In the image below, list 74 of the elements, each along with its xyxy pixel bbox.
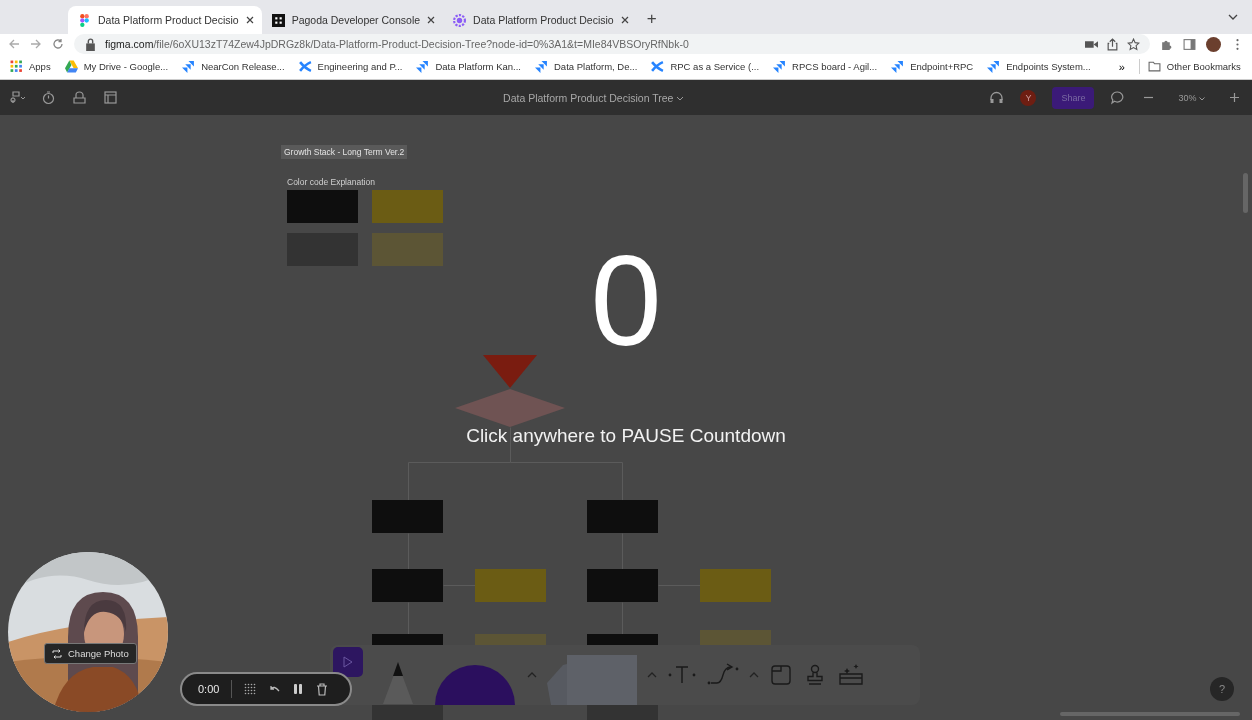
other-bookmarks-button[interactable]: Other Bookmarks bbox=[1138, 59, 1247, 74]
trash-icon[interactable] bbox=[316, 682, 329, 696]
headphones-icon[interactable] bbox=[989, 90, 1005, 105]
help-button[interactable]: ? bbox=[1210, 677, 1234, 701]
address-bar[interactable]: figma.com/file/6oXU13zT74Zew4JpDRGz8k/Data-Platform-Product-Decision-Tree?node-id=0%3A1&t=MIe84VBSOryRfNbk-0 bbox=[74, 34, 1150, 54]
chevron-down-icon[interactable] bbox=[1228, 12, 1238, 22]
more-bookmarks-button[interactable]: » bbox=[1118, 60, 1125, 73]
close-icon[interactable] bbox=[427, 16, 436, 24]
pause-icon[interactable] bbox=[292, 683, 305, 695]
browser-tab[interactable]: Data Platform Product Decisio bbox=[443, 6, 637, 34]
bookmark[interactable]: Endpoints System... bbox=[987, 60, 1091, 73]
chevron-down-icon[interactable] bbox=[676, 95, 685, 102]
chevron-down-icon bbox=[1199, 96, 1205, 101]
change-photo-button[interactable]: Change Photo bbox=[44, 643, 137, 664]
countdown-message: Click anywhere to PAUSE Countdown bbox=[465, 425, 787, 447]
back-icon[interactable] bbox=[8, 38, 20, 50]
flowchart-node bbox=[475, 569, 546, 602]
bookmark[interactable]: Endpoint+RPC bbox=[891, 60, 974, 73]
zoom-dropdown[interactable]: 30% bbox=[1172, 91, 1211, 104]
new-tab-button[interactable]: + bbox=[642, 9, 661, 29]
bookmark[interactable]: Apps bbox=[10, 60, 51, 73]
grid-icon bbox=[10, 60, 23, 73]
flowchart-node bbox=[372, 569, 443, 602]
lock-icon bbox=[84, 37, 97, 51]
grid-dots-icon[interactable] bbox=[244, 683, 257, 695]
chevrons-icon bbox=[535, 60, 548, 73]
bookmark[interactable]: Engineering and P... bbox=[298, 60, 403, 73]
cross-icon bbox=[298, 60, 312, 73]
bookmark[interactable]: RPC as a Service (... bbox=[651, 60, 760, 73]
chevrons-icon bbox=[182, 60, 196, 73]
close-icon[interactable] bbox=[620, 16, 629, 24]
folder-icon bbox=[1147, 60, 1161, 73]
figma-menu-icon[interactable] bbox=[10, 90, 25, 105]
frame-label[interactable]: Growth Stack - Long Term Ver.2 bbox=[281, 145, 408, 159]
countdown-number: 0 bbox=[589, 237, 663, 365]
figma-icon bbox=[78, 13, 91, 27]
app-icon bbox=[271, 13, 285, 27]
bookmark[interactable]: Data Platform, De... bbox=[535, 60, 638, 73]
legend-title: Color code Explanation bbox=[287, 177, 375, 187]
triangle-icon bbox=[64, 60, 78, 73]
close-icon[interactable] bbox=[245, 16, 254, 24]
chevrons-icon bbox=[416, 60, 430, 73]
star-icon[interactable] bbox=[1127, 37, 1140, 51]
sidebar-icon[interactable] bbox=[1183, 37, 1196, 51]
layout-icon[interactable] bbox=[103, 90, 118, 105]
reload-icon[interactable] bbox=[52, 38, 64, 50]
comment-icon[interactable] bbox=[1110, 90, 1126, 105]
file-title[interactable]: Data Platform Product Decision Tree bbox=[214, 91, 974, 104]
zoom-in-icon[interactable] bbox=[1227, 90, 1242, 105]
bookmark[interactable]: RPCS board - Agil... bbox=[773, 60, 878, 73]
chevrons-icon bbox=[773, 60, 787, 73]
share-icon[interactable] bbox=[1106, 37, 1119, 51]
cursor-icon bbox=[342, 656, 354, 668]
flowchart-node bbox=[700, 569, 771, 602]
timer-icon[interactable] bbox=[41, 90, 56, 105]
flowchart-node bbox=[587, 500, 658, 533]
start-triangle bbox=[483, 355, 537, 388]
swap-icon bbox=[52, 648, 62, 659]
gear-icon bbox=[453, 13, 467, 27]
profile-avatar[interactable] bbox=[1206, 36, 1221, 52]
bookmark[interactable]: NearCon Release... bbox=[182, 60, 285, 73]
recording-time: 0:00 bbox=[198, 683, 220, 695]
chevrons-icon bbox=[891, 60, 905, 73]
bookmark[interactable]: My Drive - Google... bbox=[64, 60, 169, 73]
chevrons-icon bbox=[987, 60, 1001, 73]
flowchart-node bbox=[587, 569, 658, 602]
forward-icon[interactable] bbox=[30, 38, 42, 50]
bookmark[interactable]: Data Platform Kan... bbox=[416, 60, 521, 73]
browser-tab[interactable]: Pagoda Developer Console bbox=[261, 6, 444, 34]
scrollbar[interactable] bbox=[1243, 173, 1248, 213]
user-avatar[interactable]: Y bbox=[1020, 89, 1037, 106]
browser-tab[interactable]: Data Platform Product Decisio bbox=[68, 6, 262, 34]
flowchart-node bbox=[372, 500, 443, 533]
cross-icon bbox=[651, 60, 665, 73]
